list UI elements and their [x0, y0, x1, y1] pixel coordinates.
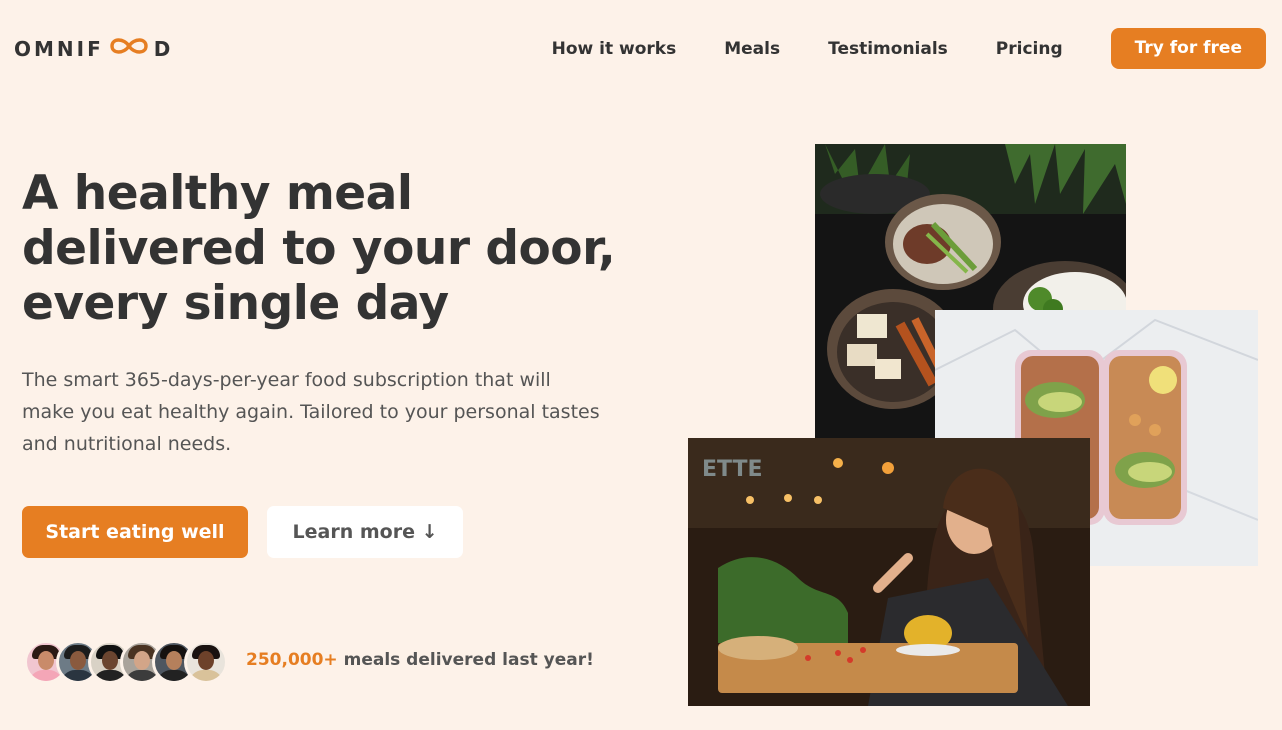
meals-delivered-text: 250,000+ meals delivered last year! — [246, 650, 594, 670]
try-for-free-button[interactable]: Try for free — [1110, 28, 1266, 69]
infinity-logo-icon — [106, 35, 152, 62]
nav-link-pricing[interactable]: Pricing — [996, 29, 1063, 69]
learn-more-button[interactable]: Learn more ↓ — [267, 506, 463, 558]
logo[interactable]: OMNIF D — [14, 35, 173, 62]
logo-text-left: OMNIF — [14, 36, 104, 61]
hero-description: The smart 365-days-per-year food subscri… — [22, 369, 600, 455]
customer-avatars — [24, 640, 228, 684]
meals-delivered-label: meals delivered last year! — [337, 650, 594, 670]
meals-delivered-count: 250,000+ — [246, 650, 338, 670]
avatar — [184, 640, 228, 684]
hero-title: A healthy meal delivered to your door, e… — [22, 166, 616, 331]
nav-link-how-it-works[interactable]: How it works — [552, 29, 677, 69]
site-header: OMNIF D How it works Meals Testimonials … — [0, 0, 1282, 96]
nav-link-meals[interactable]: Meals — [724, 29, 780, 69]
main-nav: How it works Meals Testimonials Pricing … — [552, 28, 1266, 69]
shop-sign-text: ETTE — [702, 457, 763, 482]
hero-image-woman-eating: ETTE — [688, 438, 1090, 706]
logo-text-right: D — [153, 36, 174, 61]
start-eating-well-button[interactable]: Start eating well — [22, 506, 248, 558]
nav-link-testimonials[interactable]: Testimonials — [828, 29, 948, 69]
